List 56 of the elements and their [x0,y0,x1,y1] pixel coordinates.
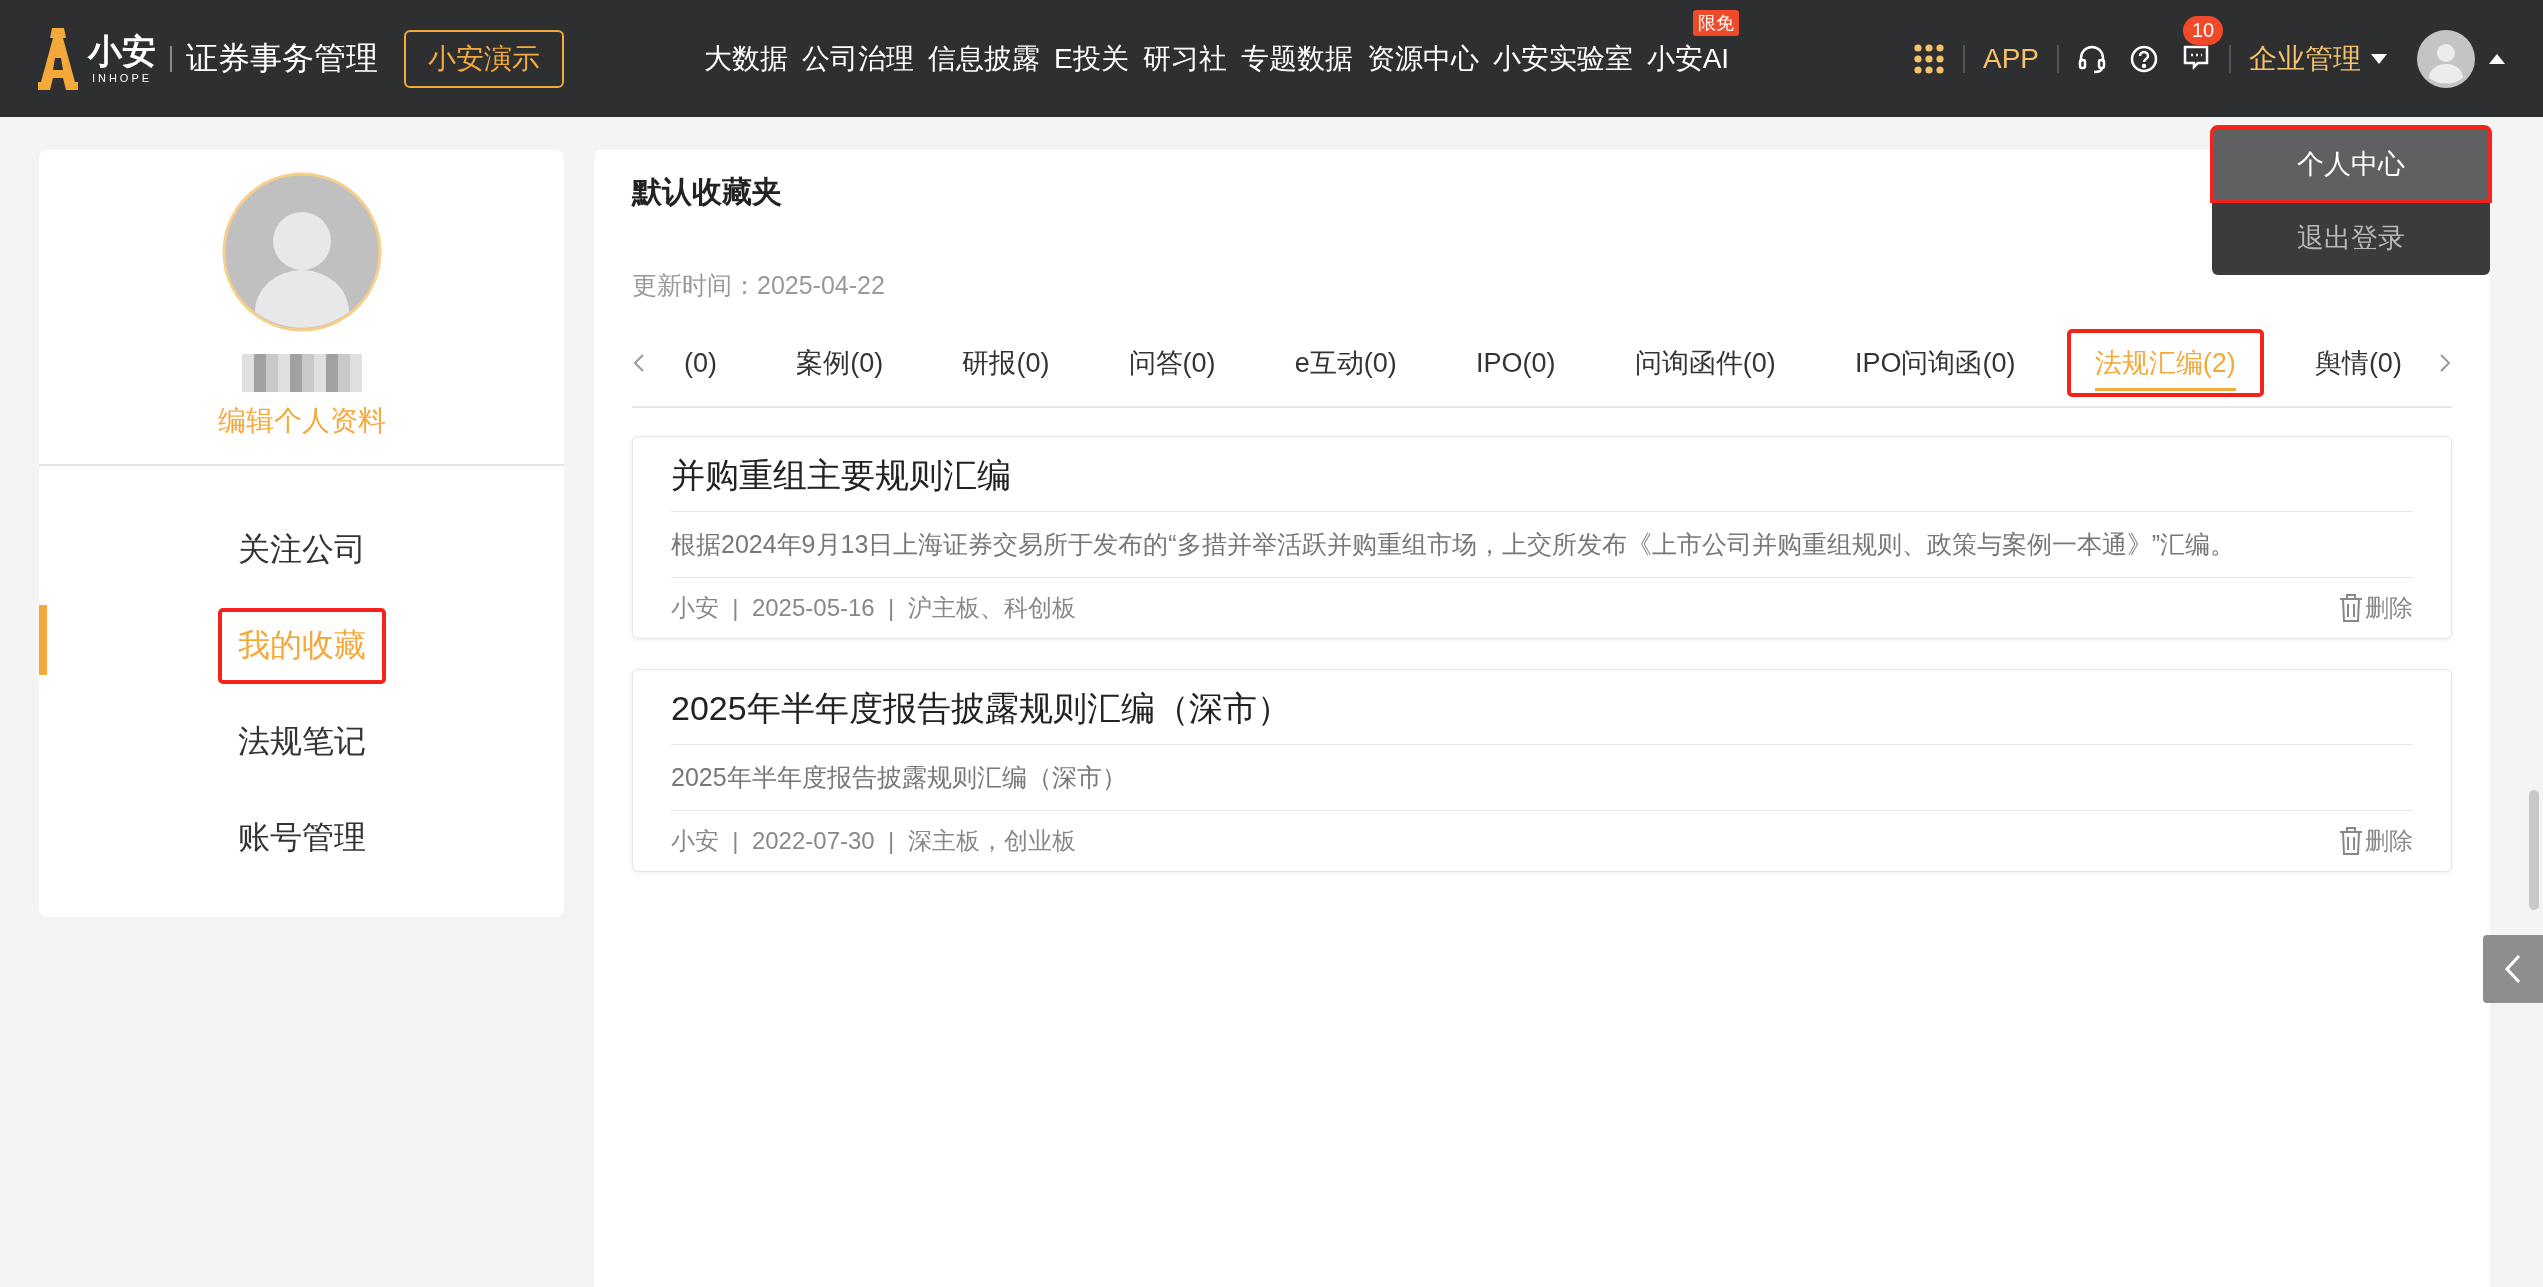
nav-link[interactable]: E投关 [1054,42,1129,74]
card-meta: 小安 | 2025-05-16 | 沪主板、科创板 [671,593,1076,623]
logo-icon [38,27,78,90]
category-tab[interactable]: (0) [658,331,743,395]
nav-link[interactable]: 大数据 [704,42,788,74]
nav-link[interactable]: 信息披露 [928,42,1040,74]
sidebar-item[interactable]: 法规笔记 [219,706,384,778]
sidebar-item[interactable]: 账号管理 [219,802,384,874]
trash-icon [2339,826,2363,856]
category-tab[interactable]: 舆情(0) [2288,331,2428,395]
nav-link[interactable]: 资源中心 [1366,42,1479,74]
user-avatar[interactable] [2417,29,2475,88]
category-tab[interactable]: e互动(0) [1268,331,1423,395]
caret-down-icon [2371,53,2387,64]
nav-link[interactable]: 小安AI [1646,42,1730,74]
chevron-left-icon[interactable] [632,352,646,374]
category-tab[interactable]: 问答(0) [1102,331,1242,395]
delete-button[interactable]: 删除 [2339,825,2413,857]
category-tab[interactable]: 案例(0) [770,331,910,395]
demo-button[interactable]: 小安演示 [404,29,564,88]
folder-title: 默认收藏夹 [632,174,783,210]
help-icon[interactable] [2129,43,2159,74]
chevron-right-icon[interactable] [2438,352,2452,374]
card-title[interactable]: 2025年半年度报告披露规则汇编（深市） [671,670,2413,745]
nav-link[interactable]: 研习社 [1142,42,1227,74]
card-meta: 小安 | 2022-07-30 | 深主板，创业板 [671,826,1076,856]
card-description: 根据2024年9月13日上海证券交易所于发布的“多措并举活跃并购重组市场，上交所发布《上市公司并购重组规则、政策与案例一本通》”汇编。 [671,512,2413,578]
headset-icon[interactable] [2077,43,2107,74]
scrollbar-thumb[interactable] [2529,790,2539,910]
caret-up-icon [2489,53,2505,64]
chevron-left-icon [2503,953,2523,985]
logo-subtitle: INHOPE [91,71,153,84]
enterprise-menu[interactable]: 企业管理 [2249,39,2387,78]
nav-link[interactable]: 小安实验室 [1492,42,1633,74]
user-menu-item[interactable]: 退出登录 [2212,201,2490,275]
trash-icon [2339,593,2363,623]
product-title: 证券事务管理 [186,38,378,78]
logo-text: 小安 [88,33,156,68]
nav-link[interactable]: 专题数据 [1240,42,1353,74]
updated-time: 更新时间：2025-04-22 [632,270,886,301]
apps-grid-icon[interactable] [1912,42,1945,75]
active-indicator [39,605,47,675]
nav-link[interactable]: 公司治理 [802,42,914,74]
category-tab[interactable]: 问询函件(0) [1608,331,1802,395]
category-tab[interactable]: IPO问询函(0) [1828,331,2042,395]
delete-button[interactable]: 删除 [2339,592,2413,624]
category-tab[interactable]: IPO(0) [1450,331,1582,395]
card-description: 2025年半年度报告披露规则汇编（深市） [671,745,2413,811]
user-menu-item[interactable]: 个人中心 [2212,127,2490,201]
free-badge: 限免 [1693,9,1740,36]
sidebar-item[interactable]: 关注公司 [219,514,384,586]
category-tab[interactable]: 研报(0) [936,331,1076,395]
card-title[interactable]: 并购重组主要规则汇编 [671,437,2413,512]
collapse-panel-button[interactable] [2483,935,2543,1003]
app-link[interactable]: APP [1982,42,2039,75]
message-count-badge: 10 [2183,15,2224,45]
